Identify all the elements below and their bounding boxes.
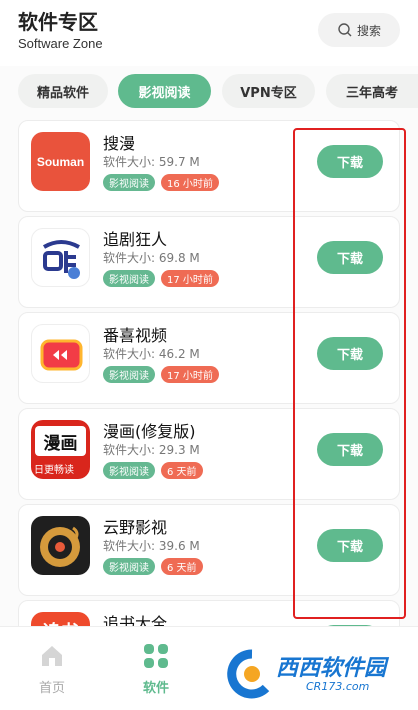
home-icon	[42, 646, 62, 666]
grid-icon	[144, 644, 168, 668]
manhua-app-icon: 漫画 日更畅读	[31, 420, 90, 479]
time-badge: 6 天前	[161, 558, 203, 575]
souman-app-icon: Souman	[31, 132, 90, 191]
category-badge: 影视阅读	[103, 270, 155, 287]
nav-software-label: 软件	[142, 681, 169, 696]
app-size: 软件大小: 59.7 M	[103, 155, 200, 169]
time-badge: 16 小时前	[161, 174, 219, 191]
app-size: 软件大小: 46.2 M	[103, 347, 200, 361]
watermark-url: CR173.com	[306, 680, 370, 693]
tab-vpn-zone[interactable]: VPN专区	[222, 74, 315, 108]
app-size: 软件大小: 39.6 M	[103, 539, 200, 553]
header: 软件专区 Software Zone 搜索	[0, 0, 418, 66]
highlight-frame	[293, 128, 406, 619]
category-badge: 影视阅读	[103, 174, 155, 191]
app-name: 搜漫	[103, 134, 136, 153]
page-subtitle: Software Zone	[18, 36, 103, 51]
fanxi-app-icon	[31, 324, 90, 383]
app-name: 追剧狂人	[103, 230, 168, 249]
category-badge: 影视阅读	[103, 366, 155, 383]
nav-home-label: 首页	[38, 681, 65, 696]
category-tabs: 精品软件 影视阅读 VPN专区 三年高考	[0, 74, 418, 110]
cr-logo-icon	[227, 649, 270, 699]
tab-video-reading[interactable]: 影视阅读	[118, 74, 211, 108]
zhuiju-app-icon	[31, 228, 90, 287]
app-name: 云野影视	[103, 518, 168, 537]
category-badge: 影视阅读	[103, 558, 155, 575]
tab-premium-software[interactable]: 精品软件	[18, 74, 108, 108]
watermark-text: 西西软件园	[276, 656, 387, 681]
watermark: 西西软件园 CR173.com	[222, 646, 412, 702]
nav-software[interactable]: 软件	[126, 643, 186, 696]
search-label: 搜索	[356, 23, 381, 38]
page-title: 软件专区	[18, 10, 98, 34]
yunye-app-icon	[31, 516, 90, 575]
app-name: 漫画(修复版)	[103, 422, 196, 441]
time-badge: 6 天前	[161, 462, 203, 479]
search-icon	[338, 23, 352, 37]
time-badge: 17 小时前	[161, 366, 219, 383]
category-badge: 影视阅读	[103, 462, 155, 479]
app-size: 软件大小: 29.3 M	[103, 443, 200, 457]
search-button[interactable]: 搜索	[318, 13, 400, 47]
time-badge: 17 小时前	[161, 270, 219, 287]
app-size: 软件大小: 69.8 M	[103, 251, 200, 265]
tab-three-year-exam[interactable]: 三年高考	[326, 74, 418, 108]
app-name: 番喜视频	[103, 326, 168, 345]
nav-home[interactable]: 首页	[22, 643, 82, 696]
